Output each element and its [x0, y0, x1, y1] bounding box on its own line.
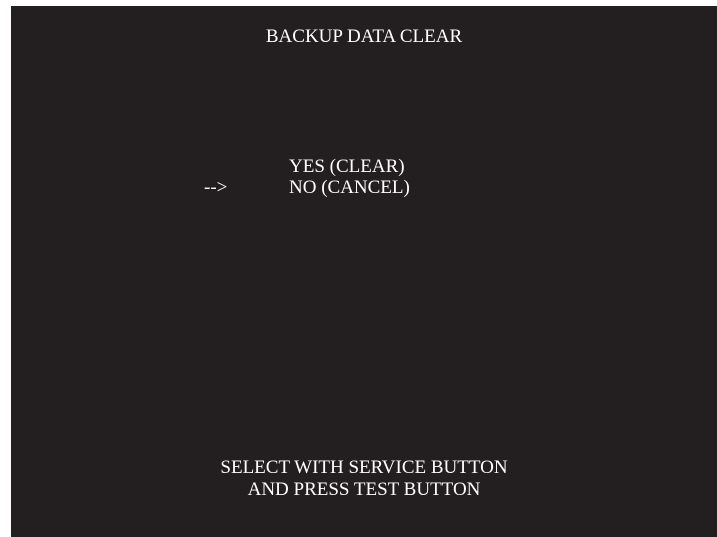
- selection-cursor: -->: [204, 177, 228, 198]
- instructions: SELECT WITH SERVICE BUTTON AND PRESS TES…: [11, 457, 717, 501]
- instruction-line: SELECT WITH SERVICE BUTTON: [220, 457, 508, 478]
- menu-option-yes-clear[interactable]: YES (CLEAR): [289, 156, 405, 178]
- page-title: BACKUP DATA CLEAR: [265, 26, 463, 47]
- menu-option-no-cancel[interactable]: NO (CANCEL): [289, 177, 410, 199]
- instruction-line: AND PRESS TEST BUTTON: [247, 479, 481, 500]
- menu: --> YES (CLEAR) NO (CANCEL): [11, 155, 717, 205]
- test-mode-screen: BACKUP DATA CLEAR --> YES (CLEAR) NO (CA…: [11, 6, 717, 537]
